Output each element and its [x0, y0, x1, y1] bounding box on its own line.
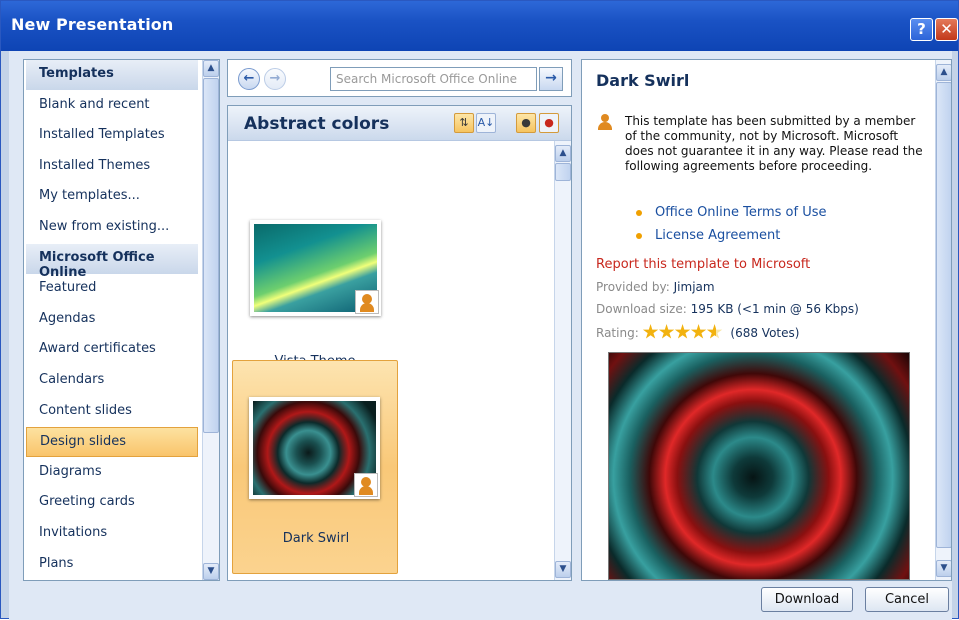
category-pane: Templates Blank and recent Installed Templ… — [23, 59, 220, 581]
gallery-header: Abstract colors ⇅ A↓ ● ● — [228, 106, 571, 141]
template-preview-image — [608, 352, 910, 580]
sidebar-item[interactable]: Agendas — [26, 305, 198, 335]
star-icon[interactable] — [674, 324, 691, 339]
download-size-label: Download size: — [596, 302, 687, 316]
forward-arrow-icon[interactable]: → — [264, 68, 286, 90]
sidebar-item[interactable]: Plans — [26, 550, 198, 580]
navigation-bar: ← → Search Microsoft Office Online → — [227, 59, 572, 97]
terms-of-use-link[interactable]: Office Online Terms of Use — [655, 205, 827, 220]
download-size-value: 195 KB (<1 min @ 56 Kbps) — [690, 302, 859, 316]
star-icon[interactable] — [690, 324, 707, 339]
tile-caption: Dark Swirl — [282, 531, 350, 546]
dialog-title: New Presentation — [11, 15, 174, 34]
provided-by-label: Provided by: — [596, 280, 670, 294]
search-go-icon[interactable]: → — [539, 67, 563, 91]
report-template-link[interactable]: Report this template to Microsoft — [596, 257, 810, 272]
sidebar-item[interactable]: Invitations — [26, 519, 198, 549]
search-input[interactable]: Search Microsoft Office Online — [330, 67, 537, 91]
sidebar-item[interactable]: Blank and recent — [26, 91, 198, 121]
download-size-row: Download size: 195 KB (<1 min @ 56 Kbps) — [596, 302, 859, 316]
details-scrollbar[interactable]: ▲ ▼ — [935, 60, 951, 580]
category-header: Microsoft Office Online — [26, 243, 198, 280]
rating-row: Rating: (688 Votes) — [596, 324, 799, 343]
back-arrow-icon[interactable]: ← — [238, 68, 260, 90]
star-icon[interactable] — [642, 324, 659, 339]
scroll-up-icon[interactable]: ▲ — [203, 60, 219, 77]
scroll-thumb[interactable] — [936, 82, 951, 548]
community-badge-icon — [355, 290, 379, 314]
scroll-up-icon[interactable]: ▲ — [936, 64, 951, 81]
sidebar-item[interactable]: Award certificates — [26, 335, 198, 365]
dialog-body: Templates Blank and recent Installed Templ… — [9, 51, 952, 620]
template-gallery: Abstract colors ⇅ A↓ ● ● Vista Theme Dar… — [227, 105, 572, 581]
sidebar-item[interactable]: Content slides — [26, 397, 198, 427]
template-tile[interactable]: Vista Theme — [232, 144, 398, 369]
sidebar-item[interactable]: New from existing... — [26, 213, 198, 243]
category-scrollbar[interactable]: ▲ ▼ — [202, 60, 219, 580]
new-presentation-dialog: New Presentation ? ✕ Templates Blank and … — [0, 0, 959, 620]
gallery-scrollbar[interactable]: ▲ ▼ — [554, 141, 571, 580]
sidebar-item[interactable]: Greeting cards — [26, 488, 198, 518]
download-button[interactable]: Download — [761, 587, 853, 612]
template-title: Dark Swirl — [596, 71, 690, 90]
bullet-icon — [636, 210, 642, 216]
scroll-up-icon[interactable]: ▲ — [555, 145, 571, 162]
vote-count: (688 Votes) — [730, 326, 800, 340]
sort-az-icon[interactable]: A↓ — [476, 113, 496, 133]
star-half-icon[interactable] — [706, 324, 723, 339]
help-button[interactable]: ? — [910, 18, 933, 41]
template-tile-selected[interactable]: Dark Swirl — [232, 360, 398, 574]
sidebar-item[interactable]: Installed Themes — [26, 152, 198, 182]
dark-swirl-thumbnail[interactable] — [249, 397, 380, 499]
title-bar: New Presentation ? ✕ — [1, 1, 958, 51]
sidebar-item[interactable]: Calendars — [26, 366, 198, 396]
category-header: Templates — [26, 60, 198, 90]
scroll-thumb[interactable] — [555, 163, 571, 181]
sidebar-item[interactable]: My templates... — [26, 182, 198, 212]
bullet-icon — [636, 233, 642, 239]
scroll-down-icon[interactable]: ▼ — [936, 560, 951, 577]
template-details-pane: Dark Swirl This template has been submit… — [581, 59, 952, 581]
provided-by-row: Provided by: Jimjam — [596, 280, 715, 294]
sort-icon[interactable]: ⇅ — [454, 113, 474, 133]
cancel-button[interactable]: Cancel — [865, 587, 949, 612]
sidebar-item[interactable]: Installed Templates — [26, 121, 198, 151]
community-disclaimer: This template has been submitted by a me… — [625, 114, 923, 173]
sidebar-item[interactable]: Featured — [26, 274, 198, 304]
community-user-icon — [598, 114, 612, 130]
community-filter-icon[interactable]: ● — [516, 113, 536, 133]
community-remove-icon[interactable]: ● — [539, 113, 559, 133]
close-button[interactable]: ✕ — [935, 18, 958, 41]
sidebar-item[interactable]: Design slides — [26, 427, 198, 458]
provided-by-value: Jimjam — [673, 280, 715, 294]
rating-stars[interactable] — [642, 324, 723, 343]
scroll-down-icon[interactable]: ▼ — [203, 563, 219, 580]
gallery-title: Abstract colors — [244, 114, 390, 134]
vista-theme-thumbnail[interactable] — [250, 220, 381, 316]
sidebar-item[interactable]: Diagrams — [26, 458, 198, 488]
scroll-thumb[interactable] — [203, 78, 219, 433]
community-badge-icon — [354, 473, 378, 497]
license-agreement-link[interactable]: License Agreement — [655, 228, 780, 243]
star-icon[interactable] — [658, 324, 675, 339]
scroll-down-icon[interactable]: ▼ — [555, 561, 571, 578]
rating-label: Rating: — [596, 326, 639, 340]
